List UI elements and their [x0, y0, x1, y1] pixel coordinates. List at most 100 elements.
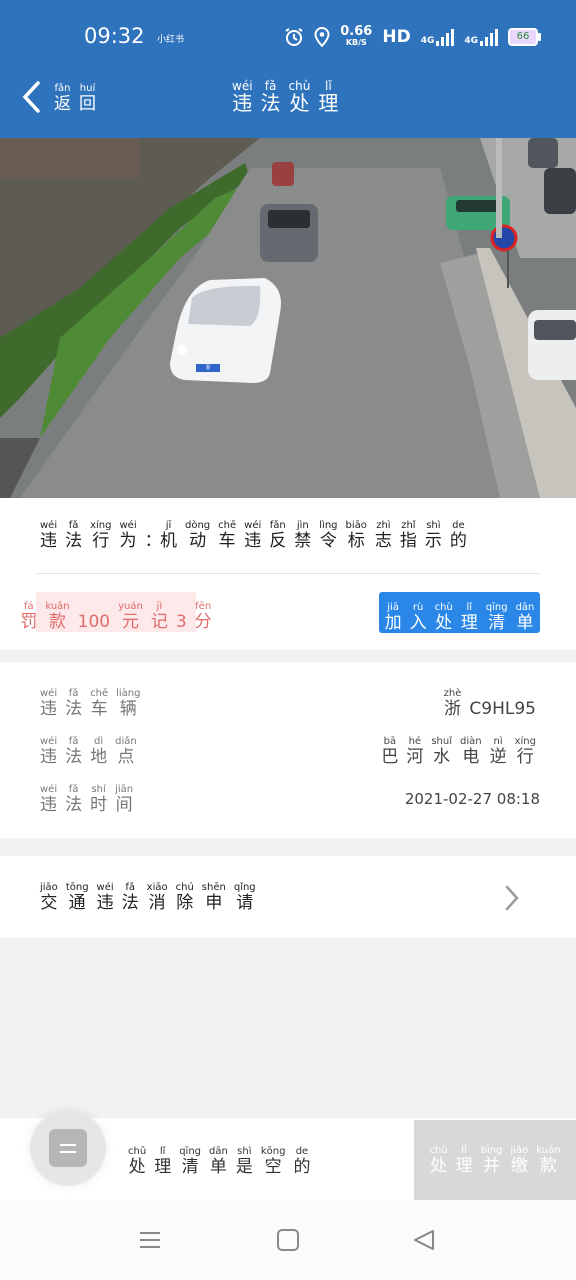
violation-photo: 浙C9HL95: [0, 138, 576, 498]
pinyin: bìng: [480, 1144, 503, 1156]
hanzi: 标: [347, 531, 365, 551]
signal-indicator-2: 4G: [464, 28, 498, 46]
hanzi: 违: [40, 747, 58, 767]
fine-points-badge: fá 罚 kuǎn 款 100 yuán 元 jì 记 3 fēn 分: [20, 592, 212, 632]
ruby-char: diàn 电: [460, 736, 482, 767]
time-value: 2021-02-27 08:18: [404, 790, 540, 808]
nav-back-icon[interactable]: [412, 1228, 436, 1252]
ruby-char: bā 巴: [381, 736, 398, 767]
hanzi: 法: [65, 747, 83, 767]
hanzi: 处: [435, 613, 453, 633]
pinyin: lǐ: [461, 1144, 467, 1156]
ruby-char: bìng 并: [481, 1145, 503, 1176]
nav-menu-icon[interactable]: [138, 1228, 162, 1252]
ruby-char: de 的: [293, 1146, 310, 1177]
ruby-char: fǎn 返: [54, 83, 71, 114]
ruby-char: chē 车: [90, 688, 108, 719]
hanzi: 记: [150, 612, 168, 632]
hanzi: 缴: [510, 1155, 528, 1176]
ruby-char: kuǎn 款: [536, 1145, 560, 1176]
status-time: 09:32: [84, 24, 145, 48]
ruby-char: jìn 禁: [294, 520, 311, 551]
ruby-char: zhì 志: [375, 520, 392, 551]
ruby-char: qīng 清: [486, 602, 508, 633]
ruby-char: wéi 违: [97, 882, 114, 913]
nav-home-icon[interactable]: [276, 1228, 300, 1252]
back-button[interactable]: fǎn 返 huí 回: [20, 80, 100, 114]
ruby-char: shí 时: [90, 784, 107, 815]
pinyin: kuǎn: [536, 1144, 561, 1156]
ruby-char: wéi 违: [40, 736, 57, 767]
hanzi: 法: [121, 893, 139, 913]
hanzi: 交: [40, 893, 58, 913]
hanzi: 行: [92, 531, 110, 551]
pinyin: jiǎo: [510, 1144, 529, 1156]
ruby-char: shuǐ 水: [431, 736, 452, 767]
hanzi: C9HL95: [469, 699, 536, 719]
hanzi: 空: [264, 1157, 282, 1177]
ruby-char: tōng 通: [66, 882, 89, 913]
ruby-char: liàng 辆: [116, 688, 140, 719]
ruby-char: lǐ 理: [318, 80, 338, 114]
ruby-char: jiān 间: [115, 784, 133, 815]
process-and-pay-button[interactable]: chǔ 处 lǐ 理 bìng 并 jiǎo 缴 kuǎn 款: [414, 1120, 576, 1200]
hanzi: 分: [194, 612, 212, 632]
ruby-char: fǎ 法: [122, 882, 139, 913]
hanzi: 是: [235, 1157, 253, 1177]
ruby-char: wéi 违: [40, 688, 57, 719]
hanzi: 申: [205, 893, 223, 913]
ruby-char: jiǎo 缴: [510, 1145, 528, 1176]
hanzi: 理: [318, 91, 339, 115]
ruby-char: wéi 为: [120, 520, 137, 551]
ruby-char: diǎn 点: [115, 736, 137, 767]
ruby-char: chú 除: [176, 882, 194, 913]
ruby-char: hé 河: [406, 736, 423, 767]
add-to-list-button[interactable]: jiā 加 rù 入 chù 处 lǐ 理 qīng 清 dān 单: [379, 592, 540, 633]
ruby-char: dān 单: [209, 1146, 228, 1177]
empty-list-text: chǔ 处 lǐ 理 qīng 清 dān 单 shì 是 kōng 空 de 的: [124, 1146, 314, 1177]
hanzi: 示: [424, 531, 442, 551]
location-icon: [314, 27, 330, 47]
hanzi: 消: [148, 893, 166, 913]
hanzi: 法: [260, 91, 281, 115]
hanzi: 回: [79, 94, 96, 114]
ruby-char: kōng 空: [261, 1146, 286, 1177]
ruby-char: qīng 清: [179, 1146, 201, 1177]
hanzi: 100: [77, 612, 111, 632]
hanzi: 水: [433, 747, 451, 767]
hanzi: 车: [90, 699, 108, 719]
chevron-right-icon: [505, 885, 519, 911]
signal-type-1: 4G: [420, 35, 435, 46]
ruby-char: fǎn 反: [269, 520, 286, 551]
hanzi: 为: [119, 531, 137, 551]
hanzi: 令: [319, 531, 337, 551]
vehicle-label: wéi 违 fǎ 法 chē 车 liàng 辆: [36, 688, 144, 719]
hanzi: 时: [90, 795, 108, 815]
hd-indicator: HD: [382, 27, 411, 47]
ruby-char: jī 机: [160, 520, 177, 551]
ruby-char: jiāo 交: [40, 882, 58, 913]
ruby-char: lǐ 理: [461, 602, 478, 633]
ruby-char: chù 处: [289, 80, 311, 114]
hanzi: 的: [449, 531, 467, 551]
hanzi: 清: [488, 613, 506, 633]
ruby-char: huí 回: [79, 83, 96, 114]
list-fab-button[interactable]: [30, 1110, 106, 1186]
hanzi: 指: [399, 531, 417, 551]
battery-indicator: 66: [508, 28, 541, 46]
hanzi: 款: [539, 1155, 557, 1176]
ruby-char: fá 罚: [20, 601, 37, 632]
hanzi: 入: [409, 613, 427, 633]
ruby-char: wéi 违: [40, 784, 57, 815]
ruby-char: nì 逆: [490, 736, 507, 767]
network-speed: 0.66 KB/S: [340, 25, 372, 48]
ruby-char: xíng 行: [90, 520, 111, 551]
list-icon: [49, 1129, 87, 1167]
hanzi: 请: [236, 893, 254, 913]
ruby-char: lìng 令: [319, 520, 337, 551]
hanzi: 违: [232, 91, 253, 115]
ruby-char: fǎ 法: [65, 520, 82, 551]
hanzi: 行: [516, 747, 534, 767]
violation-description: jī 机 dòng 动 chē 车 wéi 违 fǎn 反 jìn 禁 lìng 令 biāo 标 zhì 志 zh…: [156, 520, 471, 551]
hanzi: 违: [40, 699, 58, 719]
